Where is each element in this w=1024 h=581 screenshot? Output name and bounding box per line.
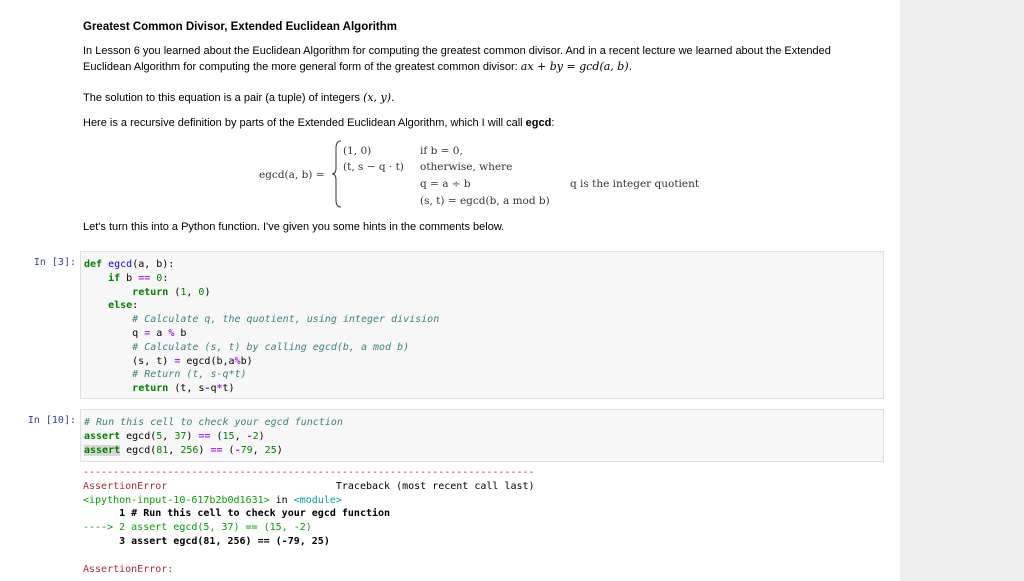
equation-line3: q = a ÷ b bbox=[420, 178, 471, 190]
code-line: (s, t) = egcd(b,a%b) bbox=[84, 355, 253, 367]
code-line: # Calculate (s, t) by calling egcd(b, a … bbox=[132, 341, 410, 353]
equation-lhs: egcd(a, b) = bbox=[259, 169, 325, 181]
code-line: assert egcd(5, 37) == (15, -2) bbox=[84, 430, 265, 442]
in-word: in bbox=[269, 494, 294, 506]
instructions-paragraph: Let's turn this into a Python function. … bbox=[83, 221, 505, 233]
code-line: return (1, 0) bbox=[132, 286, 211, 298]
code-editor[interactable]: def egcd(a, b): if b == 0: return (1, 0)… bbox=[81, 252, 883, 396]
cell-prompt: In [10]: bbox=[27, 415, 76, 426]
definition-bold: egcd bbox=[525, 117, 552, 129]
code-line: # Calculate q, the quotient, using integ… bbox=[132, 314, 440, 326]
solution-text: The solution to this equation is a pair … bbox=[83, 92, 364, 104]
traceback-separator: ----------------------------------------… bbox=[83, 467, 535, 478]
solution-math: (x, y). bbox=[363, 91, 395, 104]
code-line: if b == 0: bbox=[108, 272, 169, 284]
cell-prompt: In [3]: bbox=[33, 257, 76, 268]
code-line: else: bbox=[108, 300, 139, 312]
traceback-label: Traceback (most recent call last) bbox=[335, 480, 535, 492]
intro-math: ax + by = gcd(a, b). bbox=[520, 60, 633, 73]
notebook-page: Greatest Common Divisor, Extended Euclid… bbox=[0, 0, 900, 581]
code-line: # Run this cell to check your egcd funct… bbox=[84, 417, 343, 428]
intro-paragraph: In Lesson 6 you learned about the Euclid… bbox=[83, 44, 873, 75]
left-brace-icon bbox=[332, 140, 342, 208]
traceback-line-1: 1 # Run this cell to check your egcd fun… bbox=[83, 508, 391, 520]
code-line: return (t, s-q*t) bbox=[132, 383, 235, 395]
code-cell-egcd[interactable]: def egcd(a, b): if b == 0: return (1, 0)… bbox=[80, 251, 884, 399]
solution-paragraph: The solution to this equation is a pair … bbox=[83, 90, 395, 106]
code-line: q = a % b bbox=[84, 327, 187, 339]
code-line: # Return (t, s-q*t) bbox=[132, 369, 247, 381]
traceback-arrow-line: ----> 2 assert egcd(5, 37) == (15, -2) bbox=[83, 522, 312, 534]
equation-case1-cond: if b = 0, bbox=[420, 145, 463, 157]
intro-text: In Lesson 6 you learned about the Euclid… bbox=[83, 45, 831, 73]
code-line: def egcd(a, b): bbox=[84, 259, 175, 270]
code-line: assert egcd(81, 256) == (-79, 25) bbox=[84, 444, 283, 456]
equation-case1-value: (1, 0) bbox=[343, 145, 372, 157]
input-ref: <ipython-input-10-617b2b0d1631> bbox=[83, 494, 270, 506]
module-ref: <module> bbox=[293, 494, 342, 506]
traceback-line-3: 3 assert egcd(81, 256) == (-79, 25) bbox=[83, 535, 330, 547]
error-output: ----------------------------------------… bbox=[83, 466, 535, 576]
code-editor[interactable]: # Run this cell to check your egcd funct… bbox=[81, 410, 883, 457]
error-name: AssertionError bbox=[83, 480, 168, 492]
equation-line3-note: q is the integer quotient bbox=[570, 178, 700, 190]
equation-line4: (s, t) = egcd(b, a mod b) bbox=[420, 195, 550, 207]
equation-case2-value: (t, s − q · t) bbox=[343, 161, 404, 173]
equation-case2-cond: otherwise, where bbox=[420, 161, 513, 173]
definition-paragraph: Here is a recursive definition by parts … bbox=[83, 116, 554, 131]
definition-tail: : bbox=[551, 117, 555, 129]
right-margin-panel bbox=[900, 0, 1024, 581]
section-title: Greatest Common Divisor, Extended Euclid… bbox=[83, 21, 397, 33]
code-cell-check[interactable]: # Run this cell to check your egcd funct… bbox=[80, 409, 884, 462]
definition-text: Here is a recursive definition by parts … bbox=[83, 117, 526, 129]
final-error: AssertionError: bbox=[83, 563, 174, 575]
